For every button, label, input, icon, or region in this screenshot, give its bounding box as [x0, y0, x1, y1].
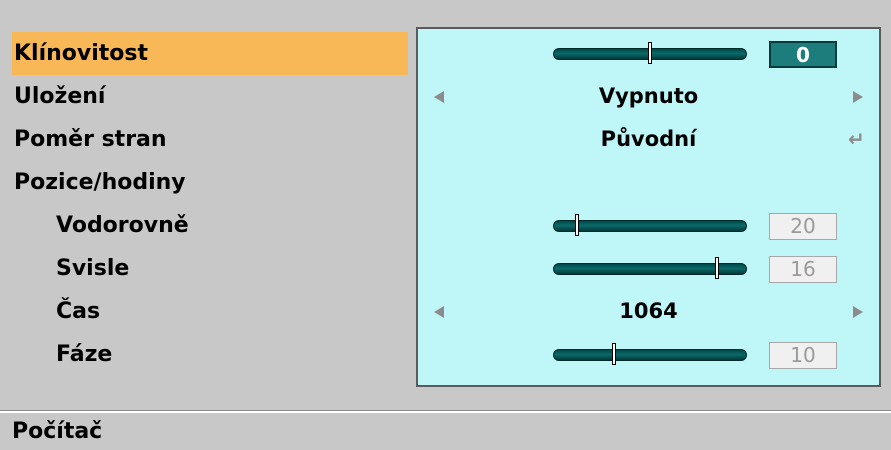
- keystone-value: 0: [769, 41, 837, 68]
- arrow-right-icon[interactable]: [853, 306, 863, 318]
- phase-slider-thumb[interactable]: [611, 343, 616, 365]
- phase-value: 10: [769, 342, 837, 369]
- settings-menu: Klínovitost Uložení Poměr stran Pozice/h…: [12, 32, 408, 376]
- footer-divider: [0, 410, 891, 413]
- vertical-slider[interactable]: [553, 257, 747, 279]
- keystone-slider[interactable]: [553, 42, 747, 64]
- vertical-slider-thumb[interactable]: [715, 257, 720, 279]
- horizontal-row: 20: [418, 204, 879, 247]
- clock-value: 1064: [619, 299, 678, 323]
- clock-row: 1064: [418, 290, 879, 333]
- menu-item-keystone[interactable]: Klínovitost: [12, 32, 408, 75]
- menu-item-horizontal[interactable]: Vodorovně: [12, 204, 408, 247]
- menu-item-position-clock[interactable]: Pozice/hodiny: [12, 161, 408, 204]
- horizontal-value: 20: [769, 213, 837, 240]
- menu-item-clock[interactable]: Čas: [12, 290, 408, 333]
- vertical-row: 16: [418, 247, 879, 290]
- aspect-row: Původní ↵: [418, 118, 879, 161]
- keystone-slider-thumb[interactable]: [648, 42, 652, 64]
- arrow-right-icon[interactable]: [853, 91, 863, 103]
- menu-item-memory[interactable]: Uložení: [12, 75, 408, 118]
- phase-row: 10: [418, 333, 879, 376]
- source-label: Počítač: [12, 419, 103, 444]
- memory-value: Vypnuto: [598, 84, 699, 108]
- menu-item-vertical[interactable]: Svisle: [12, 247, 408, 290]
- memory-row: Vypnuto: [418, 75, 879, 118]
- keystone-row: 0: [418, 32, 879, 75]
- phase-slider[interactable]: [553, 343, 747, 365]
- value-panel: 0 Vypnuto Původní ↵ 20 16 1064 10: [416, 27, 881, 387]
- enter-icon[interactable]: ↵: [848, 127, 865, 151]
- horizontal-slider[interactable]: [553, 214, 747, 236]
- vertical-value: 16: [769, 256, 837, 283]
- horizontal-slider-thumb[interactable]: [575, 214, 580, 236]
- menu-item-aspect-ratio[interactable]: Poměr stran: [12, 118, 408, 161]
- menu-item-phase[interactable]: Fáze: [12, 333, 408, 376]
- aspect-value: Původní: [600, 127, 697, 151]
